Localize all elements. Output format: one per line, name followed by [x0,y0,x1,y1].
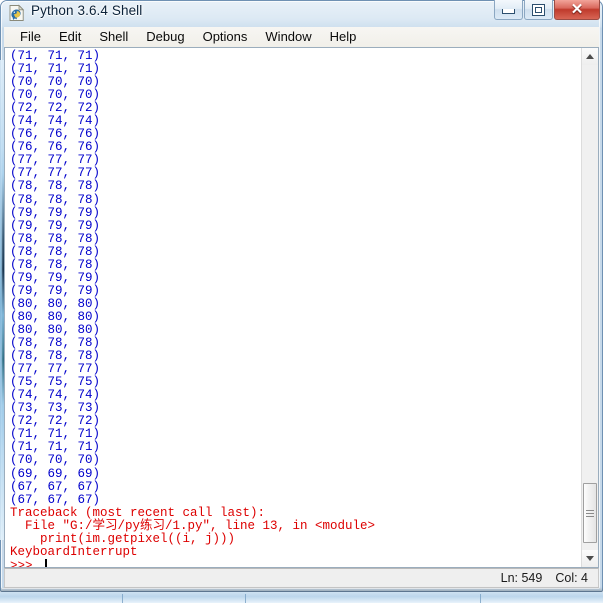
shell-output[interactable]: (71, 71, 71) (71, 71, 71) (70, 70, 70) (70,… [5,48,581,567]
pixel-tuple-line: (80, 80, 80) [10,296,101,311]
pixel-tuple-line: (78, 78, 78) [10,244,101,259]
prompt-symbol: >>> [10,558,41,567]
text-cursor [45,558,48,567]
traceback-line: KeyboardInterrupt [10,544,138,559]
menu-item-help[interactable]: Help [321,28,366,46]
scroll-down-button[interactable] [582,550,598,567]
window-title: Python 3.6.4 Shell [31,3,143,18]
shell-prompt[interactable]: >>> [10,558,581,567]
maximize-button[interactable] [524,0,553,20]
status-line-indicator: Ln: 549 [500,571,543,585]
pixel-tuple-line: (67, 67, 67) [10,492,101,507]
vertical-scrollbar[interactable] [581,48,598,567]
menu-item-shell[interactable]: Shell [90,28,137,46]
pixel-tuple-line: (79, 79, 79) [10,218,101,233]
traceback-line: File "G:/学习/py练习/1.py", line 13, in <mod… [10,518,376,533]
menu-item-file[interactable]: File [11,28,50,46]
close-button[interactable]: ✕ [554,0,600,20]
desktop-strip-divider [245,594,246,603]
menu-bar: File Edit Shell Debug Options Window Hel… [4,27,599,48]
pixel-tuple-line: (78, 78, 78) [10,257,101,272]
scrollbar-grip-icon [586,508,594,519]
desktop-background-strip [0,592,603,603]
pixel-tuple-line: (78, 78, 78) [10,179,101,194]
status-bar: Ln: 549 Col: 4 [4,568,599,588]
pixel-tuple-line: (78, 78, 78) [10,231,101,246]
chevron-up-icon [586,54,594,59]
menu-item-options[interactable]: Options [194,28,257,46]
maximize-icon [525,0,552,19]
idle-shell-window: Python 3.6.4 Shell ✕ File Edit Shell Deb… [0,0,603,603]
pixel-tuple-line: (69, 69, 69) [10,466,101,481]
menu-item-debug[interactable]: Debug [137,28,193,46]
scrollbar-thumb[interactable] [583,483,597,543]
shell-text-area-container: (71, 71, 71) (71, 71, 71) (70, 70, 70) (70,… [4,48,599,568]
minimize-icon [495,0,522,19]
desktop-strip-divider [480,594,481,603]
title-bar[interactable]: Python 3.6.4 Shell ✕ [0,0,603,26]
pixel-tuple-line: (79, 79, 79) [10,205,101,220]
traceback-line: Traceback (most recent call last): [10,505,266,520]
pixel-tuple-line: (79, 79, 79) [10,270,101,285]
scroll-up-button[interactable] [582,48,598,65]
pixel-tuple-line: (70, 70, 70) [10,453,101,468]
window-controls: ✕ [493,0,600,21]
close-icon: ✕ [570,1,584,18]
menu-item-window[interactable]: Window [256,28,320,46]
minimize-button[interactable] [494,0,523,20]
pixel-tuple-line: (78, 78, 78) [10,192,101,207]
desktop-strip-divider [122,594,123,603]
status-column-indicator: Col: 4 [555,571,588,585]
menu-item-edit[interactable]: Edit [50,28,90,46]
traceback-line: print(im.getpixel((i, j))) [10,531,236,546]
pixel-tuple-line: (79, 79, 79) [10,283,101,298]
chevron-down-icon [586,556,594,561]
python-idle-icon [9,4,25,21]
pixel-tuple-line: (67, 67, 67) [10,479,101,494]
